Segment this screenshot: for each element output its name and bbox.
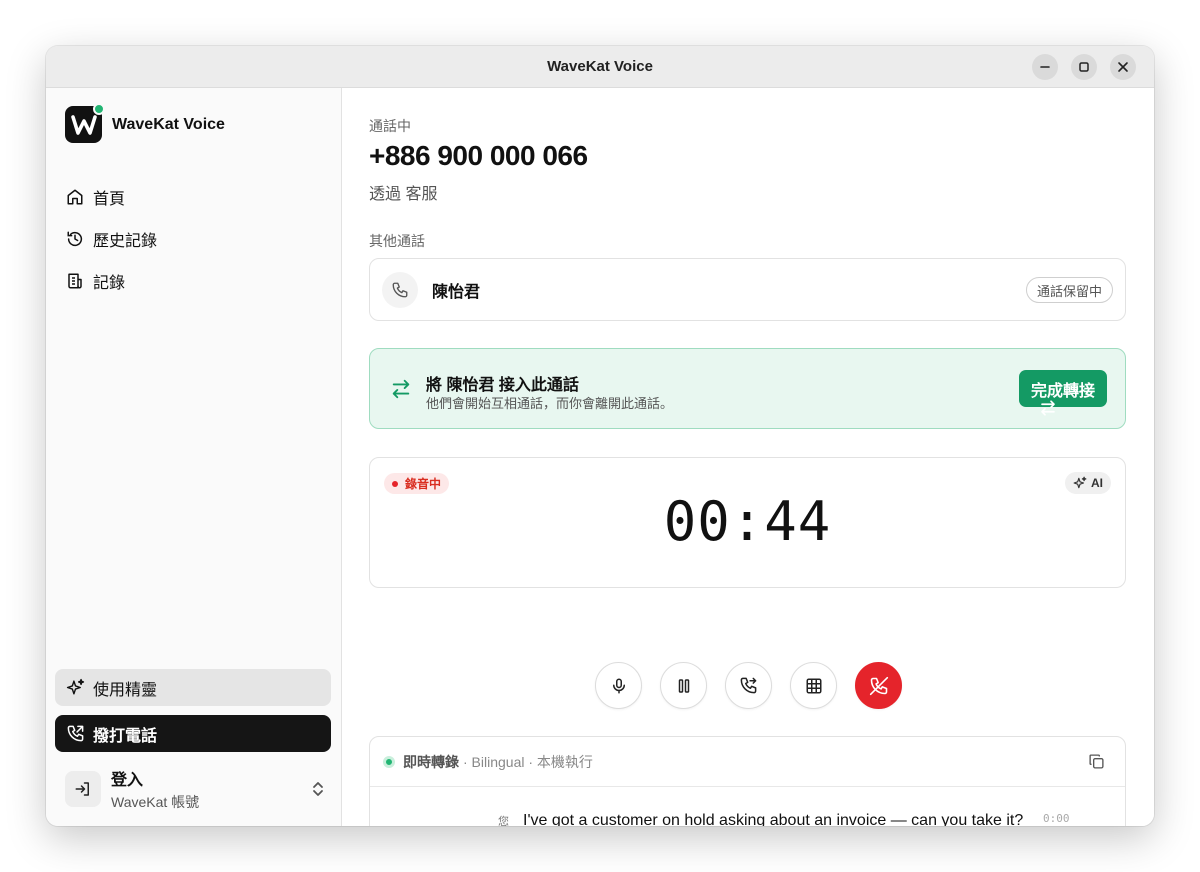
transfer-arrows-icon bbox=[1039, 399, 1057, 417]
on-hold-badge: 通話保留中 bbox=[1025, 277, 1113, 303]
phone-number: +886 900 000 066 bbox=[369, 140, 588, 171]
transfer-subtitle: 他們會開始互相通話，而你會離開此通話。 bbox=[426, 396, 674, 411]
held-call-card[interactable]: 陳怡君 通話保留中 bbox=[369, 258, 1126, 321]
brand[interactable]: WaveKat Voice bbox=[65, 103, 225, 143]
title-bar: WaveKat Voice bbox=[46, 46, 1154, 88]
transfer-title: 將 陳怡君 接入此通話 bbox=[426, 377, 579, 394]
sidebar-item-notes[interactable]: 記錄 bbox=[65, 260, 157, 302]
wavekat-logo-icon bbox=[70, 114, 97, 135]
call-timer-card: 錄音中 AI 00:44 bbox=[369, 457, 1126, 588]
recording-dot-icon bbox=[392, 480, 398, 487]
assistant-button[interactable]: 使用精靈 bbox=[55, 669, 331, 706]
sparkles-icon bbox=[1073, 476, 1087, 490]
message-speaker: 您 bbox=[498, 816, 509, 826]
transfer-arrows-icon bbox=[390, 378, 412, 405]
sidebar-item-label: 記錄 bbox=[93, 275, 126, 292]
account-login[interactable]: 登入 WaveKat 帳號 bbox=[65, 766, 325, 812]
assistant-button-label: 使用精靈 bbox=[93, 681, 158, 699]
held-caller-name: 陳怡君 bbox=[432, 283, 481, 301]
transcript-panel: 即時轉錄 · Bilingual · 本機執行 您 I've got a cus… bbox=[369, 736, 1126, 826]
call-duration: 00:44 bbox=[663, 490, 832, 553]
app-window: WaveKat Voice WaveKat Voice 首頁 歷史記錄 記錄 使… bbox=[46, 46, 1154, 826]
phone-off-icon bbox=[869, 676, 888, 695]
copy-icon bbox=[1089, 754, 1104, 769]
phone-forward-icon bbox=[740, 677, 757, 694]
login-title: 登入 bbox=[111, 772, 144, 789]
sidebar-item-label: 首頁 bbox=[93, 191, 126, 208]
keypad-button[interactable] bbox=[790, 662, 837, 709]
call-controls bbox=[595, 662, 902, 709]
sign-in-icon bbox=[65, 771, 101, 807]
transcript-meta: · Bilingual · 本機執行 bbox=[463, 753, 593, 770]
home-icon bbox=[65, 187, 85, 207]
call-status: 通話中 bbox=[369, 118, 411, 134]
transfer-button[interactable] bbox=[725, 662, 772, 709]
transfer-card: 將 陳怡君 接入此通話 他們會開始互相通話，而你會離開此通話。 完成轉接 bbox=[369, 348, 1126, 429]
message-text: I've got a customer on hold asking about… bbox=[523, 812, 1024, 826]
copy-transcript-button[interactable] bbox=[1088, 753, 1105, 775]
make-call-button-label: 撥打電話 bbox=[93, 727, 158, 745]
call-panel: 通話中 +886 900 000 066 透過 客服 其他通話 陳怡君 通話保留… bbox=[342, 88, 1154, 826]
keypad-grid-icon bbox=[806, 678, 821, 693]
history-icon bbox=[65, 229, 85, 249]
phone-icon bbox=[382, 271, 418, 308]
close-icon bbox=[1118, 62, 1128, 72]
app-logo bbox=[65, 103, 105, 143]
logo-status-dot bbox=[93, 103, 105, 115]
phone-outgoing-icon bbox=[65, 724, 85, 744]
minimize-icon bbox=[1040, 66, 1050, 68]
close-window-button[interactable] bbox=[1110, 54, 1136, 80]
brand-name: WaveKat Voice bbox=[112, 115, 225, 133]
message-timestamp: 0:00 bbox=[1043, 812, 1070, 825]
maximize-icon bbox=[1079, 62, 1089, 72]
transcript-title: 即時轉錄 bbox=[403, 753, 459, 770]
complete-transfer-label: 完成轉接 bbox=[1030, 382, 1095, 400]
pause-button[interactable] bbox=[660, 662, 707, 709]
microphone-button[interactable] bbox=[595, 662, 642, 709]
transcript-message: 您 I've got a customer on hold asking abo… bbox=[370, 787, 1125, 826]
live-status-dot-icon bbox=[383, 755, 395, 768]
pause-icon bbox=[678, 678, 689, 693]
sparkles-icon bbox=[65, 678, 85, 698]
sidebar: WaveKat Voice 首頁 歷史記錄 記錄 使用精靈 撥打電話 登入 Wa… bbox=[46, 88, 342, 826]
sidebar-item-home[interactable]: 首頁 bbox=[65, 176, 157, 218]
login-subtitle: WaveKat 帳號 bbox=[111, 794, 200, 810]
sidebar-item-history[interactable]: 歷史記錄 bbox=[65, 218, 157, 260]
microphone-icon bbox=[612, 678, 625, 693]
maximize-button[interactable] bbox=[1071, 54, 1097, 80]
chevron-up-down-icon bbox=[313, 782, 323, 796]
complete-transfer-button[interactable]: 完成轉接 bbox=[1018, 370, 1107, 416]
call-via: 透過 客服 bbox=[369, 186, 438, 203]
minimize-button[interactable] bbox=[1032, 54, 1058, 80]
sidebar-item-label: 歷史記錄 bbox=[93, 233, 158, 250]
make-call-button[interactable]: 撥打電話 bbox=[55, 715, 331, 752]
ai-label: AI bbox=[1091, 476, 1103, 490]
other-calls-label: 其他通話 bbox=[369, 233, 425, 249]
sidebar-nav: 首頁 歷史記錄 記錄 bbox=[65, 176, 157, 302]
hangup-button[interactable] bbox=[855, 662, 902, 709]
window-title: WaveKat Voice bbox=[547, 58, 653, 75]
transcript-header: 即時轉錄 · Bilingual · 本機執行 bbox=[370, 737, 1125, 787]
notes-icon bbox=[65, 271, 85, 291]
